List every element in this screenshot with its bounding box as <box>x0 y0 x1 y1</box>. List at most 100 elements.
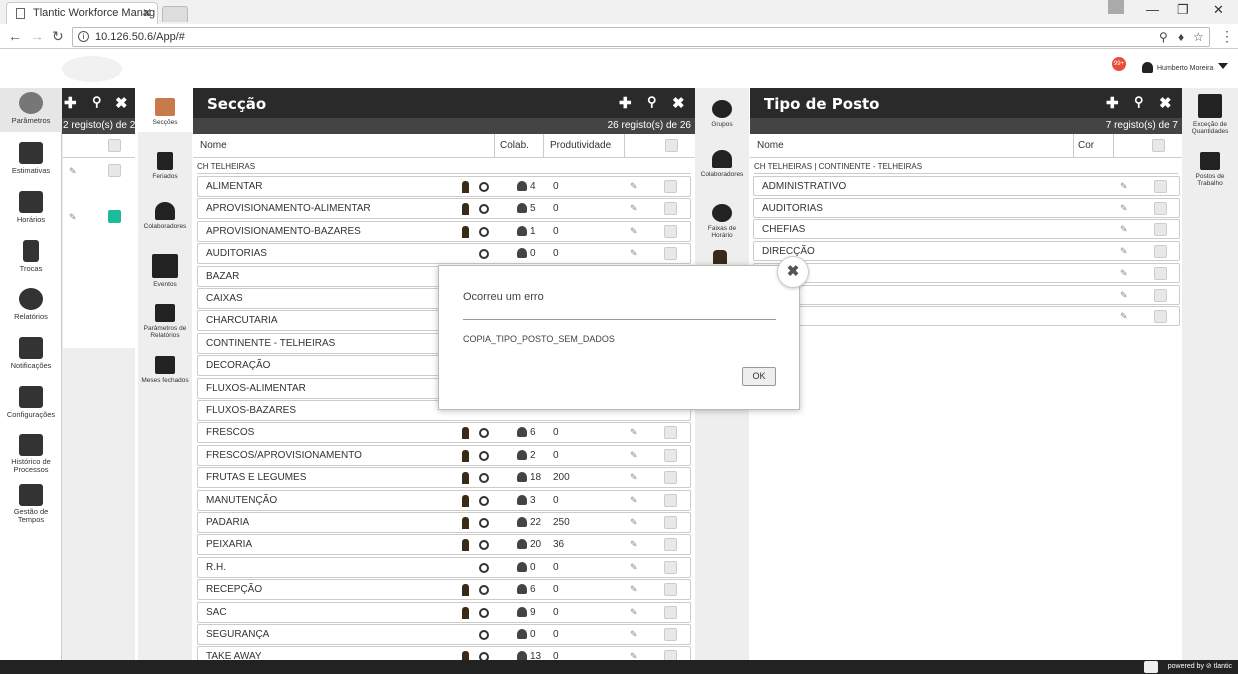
chevron-down-icon[interactable] <box>1218 63 1228 69</box>
table-row[interactable]: ADMINISTRATIVO ✎ <box>753 176 1180 196</box>
browser-tab[interactable]: Tlantic Workforce Manag ✕ <box>6 2 158 24</box>
table-row[interactable]: AÇÃO✎ <box>753 262 1180 283</box>
search-icon[interactable]: ⚲ <box>92 94 102 110</box>
table-row[interactable]: FRESCOS 6 0 ✎ <box>197 422 691 444</box>
worker-icon[interactable] <box>462 427 469 440</box>
nav-gestao-tempos[interactable]: Gestão de Tempos <box>0 484 62 524</box>
nav-trocas[interactable]: Trocas <box>0 240 62 273</box>
subnav-eventos[interactable]: Eventos <box>138 254 192 288</box>
row-checkbox[interactable] <box>1154 201 1167 215</box>
worker-icon[interactable] <box>462 225 469 238</box>
table-row[interactable]: PADARIA 22 250 ✎ <box>197 512 691 533</box>
table-row[interactable]: MANUTENÇÃO 3 0 ✎ <box>197 489 691 511</box>
table-row[interactable]: SAC 9 0 ✎ <box>197 601 691 623</box>
col-nome[interactable]: Nome <box>757 140 784 151</box>
row-checkbox[interactable] <box>664 426 677 440</box>
rightnav-postos[interactable]: Postos de Trabalho <box>1182 152 1238 187</box>
edit-icon[interactable]: ✎ <box>1120 203 1128 214</box>
row-checkbox[interactable] <box>664 516 677 529</box>
edit-icon[interactable]: ✎ <box>630 607 638 618</box>
row-checkbox[interactable] <box>664 471 677 485</box>
nav-configuracoes[interactable]: Configurações <box>0 386 62 419</box>
edit-icon[interactable]: ✎ <box>630 472 638 483</box>
nav-notificacoes[interactable]: Notificações <box>0 337 62 370</box>
edit-icon[interactable]: ✎ <box>69 166 77 177</box>
add-button[interactable]: ✚ <box>619 94 632 112</box>
edit-icon[interactable]: ✎ <box>630 584 638 595</box>
nav-historico[interactable]: Histórico de Processos <box>0 434 62 474</box>
worker-icon[interactable] <box>462 584 469 597</box>
close-icon[interactable]: ✖ <box>672 94 685 112</box>
nav-parametros[interactable]: Parâmetros <box>0 88 62 132</box>
edit-icon[interactable]: ✎ <box>1120 246 1128 257</box>
select-all-checkbox[interactable] <box>665 139 678 152</box>
worker-icon[interactable] <box>462 203 469 216</box>
edit-icon[interactable]: ✎ <box>69 212 77 223</box>
menu-icon[interactable]: ⋮ <box>1220 28 1234 45</box>
notification-badge[interactable]: 99+ <box>1112 57 1126 71</box>
edit-icon[interactable]: ✎ <box>1120 311 1128 322</box>
table-row[interactable]: ✎ <box>753 284 1180 305</box>
row-checkbox[interactable] <box>1154 288 1167 302</box>
worker-icon[interactable] <box>462 494 469 507</box>
edit-icon[interactable]: ✎ <box>1120 224 1128 235</box>
clock-icon[interactable] <box>479 540 489 551</box>
row-checkbox[interactable] <box>664 247 677 261</box>
edit-icon[interactable]: ✎ <box>630 495 638 506</box>
close-tab-icon[interactable]: ✕ <box>142 6 152 20</box>
subnav-seccoes[interactable]: Secções <box>138 98 192 126</box>
table-row[interactable]: PEIXARIA 20 36 ✎ <box>197 534 691 556</box>
row-checkbox[interactable] <box>1154 245 1167 259</box>
url-input[interactable]: i 10.126.50.6/App/# ⚲ ♦ ☆ <box>72 27 1210 47</box>
forward-icon[interactable]: → <box>30 28 44 44</box>
table-row[interactable]: APROVISIONAMENTO-ALIMENTAR 5 0 ✎ <box>197 198 691 220</box>
subnav-parametros-relatorios[interactable]: Parâmetros de Relatórios <box>138 304 192 339</box>
row-checkbox[interactable] <box>108 164 121 177</box>
clock-icon[interactable] <box>479 226 489 237</box>
row-checkbox[interactable] <box>664 583 677 597</box>
midnav-grupos[interactable]: Grupos <box>695 100 749 128</box>
row-checkbox[interactable] <box>664 448 677 462</box>
row-checkbox[interactable] <box>1154 180 1167 193</box>
clock-icon[interactable] <box>479 495 489 506</box>
worker-icon[interactable] <box>713 250 727 264</box>
clock-icon[interactable] <box>479 562 489 573</box>
clock-icon[interactable] <box>479 182 489 192</box>
worker-icon[interactable] <box>462 472 469 485</box>
worker-icon[interactable] <box>462 181 469 193</box>
clock-icon[interactable] <box>479 473 489 484</box>
col-cor[interactable]: Cor <box>1078 140 1094 151</box>
table-row[interactable]: FRUTAS E LEGUMES 18 200 ✎ <box>197 467 691 489</box>
subnav-meses-fechados[interactable]: Meses fechados <box>138 356 192 384</box>
row-checkbox[interactable] <box>1154 310 1167 324</box>
row-checkbox[interactable] <box>664 493 677 507</box>
scroll-top-icon[interactable] <box>1144 661 1158 673</box>
edit-icon[interactable]: ✎ <box>1120 181 1128 192</box>
clock-icon[interactable] <box>479 630 489 640</box>
row-checkbox[interactable] <box>1154 223 1167 237</box>
table-row[interactable]: APROVISIONAMENTO-BAZARES 1 0 ✎ <box>197 220 691 242</box>
close-icon[interactable]: ✖ <box>1159 94 1172 112</box>
table-row[interactable]: DIRECÇÃO ✎ <box>753 241 1180 262</box>
edit-icon[interactable]: ✎ <box>1120 290 1128 301</box>
select-all-checkbox[interactable] <box>108 139 121 152</box>
row-checkbox[interactable] <box>664 202 677 216</box>
user-name[interactable]: Humberto Moreira <box>1157 65 1213 72</box>
clock-icon[interactable] <box>479 249 489 260</box>
star-icon[interactable]: ☆ <box>1193 30 1204 44</box>
edit-icon[interactable]: ✎ <box>630 539 638 550</box>
select-all-checkbox[interactable] <box>1152 139 1165 152</box>
reload-icon[interactable]: ↻ <box>52 28 64 45</box>
worker-icon[interactable] <box>462 606 469 619</box>
edit-icon[interactable]: ✎ <box>630 248 638 259</box>
table-row[interactable]: R.H. 0 0 ✎ <box>197 556 691 578</box>
back-icon[interactable]: ← <box>8 28 22 44</box>
search-icon[interactable]: ⚲ <box>647 94 657 110</box>
edit-icon[interactable]: ✎ <box>630 226 638 237</box>
clock-icon[interactable] <box>479 585 489 596</box>
row-checkbox[interactable] <box>664 628 677 641</box>
row-checkbox[interactable] <box>1154 266 1167 280</box>
zoom-icon[interactable]: ⚲ <box>1159 30 1168 44</box>
col-colab[interactable]: Colab. <box>500 140 529 151</box>
table-row[interactable]: ICA✎ <box>753 306 1180 327</box>
